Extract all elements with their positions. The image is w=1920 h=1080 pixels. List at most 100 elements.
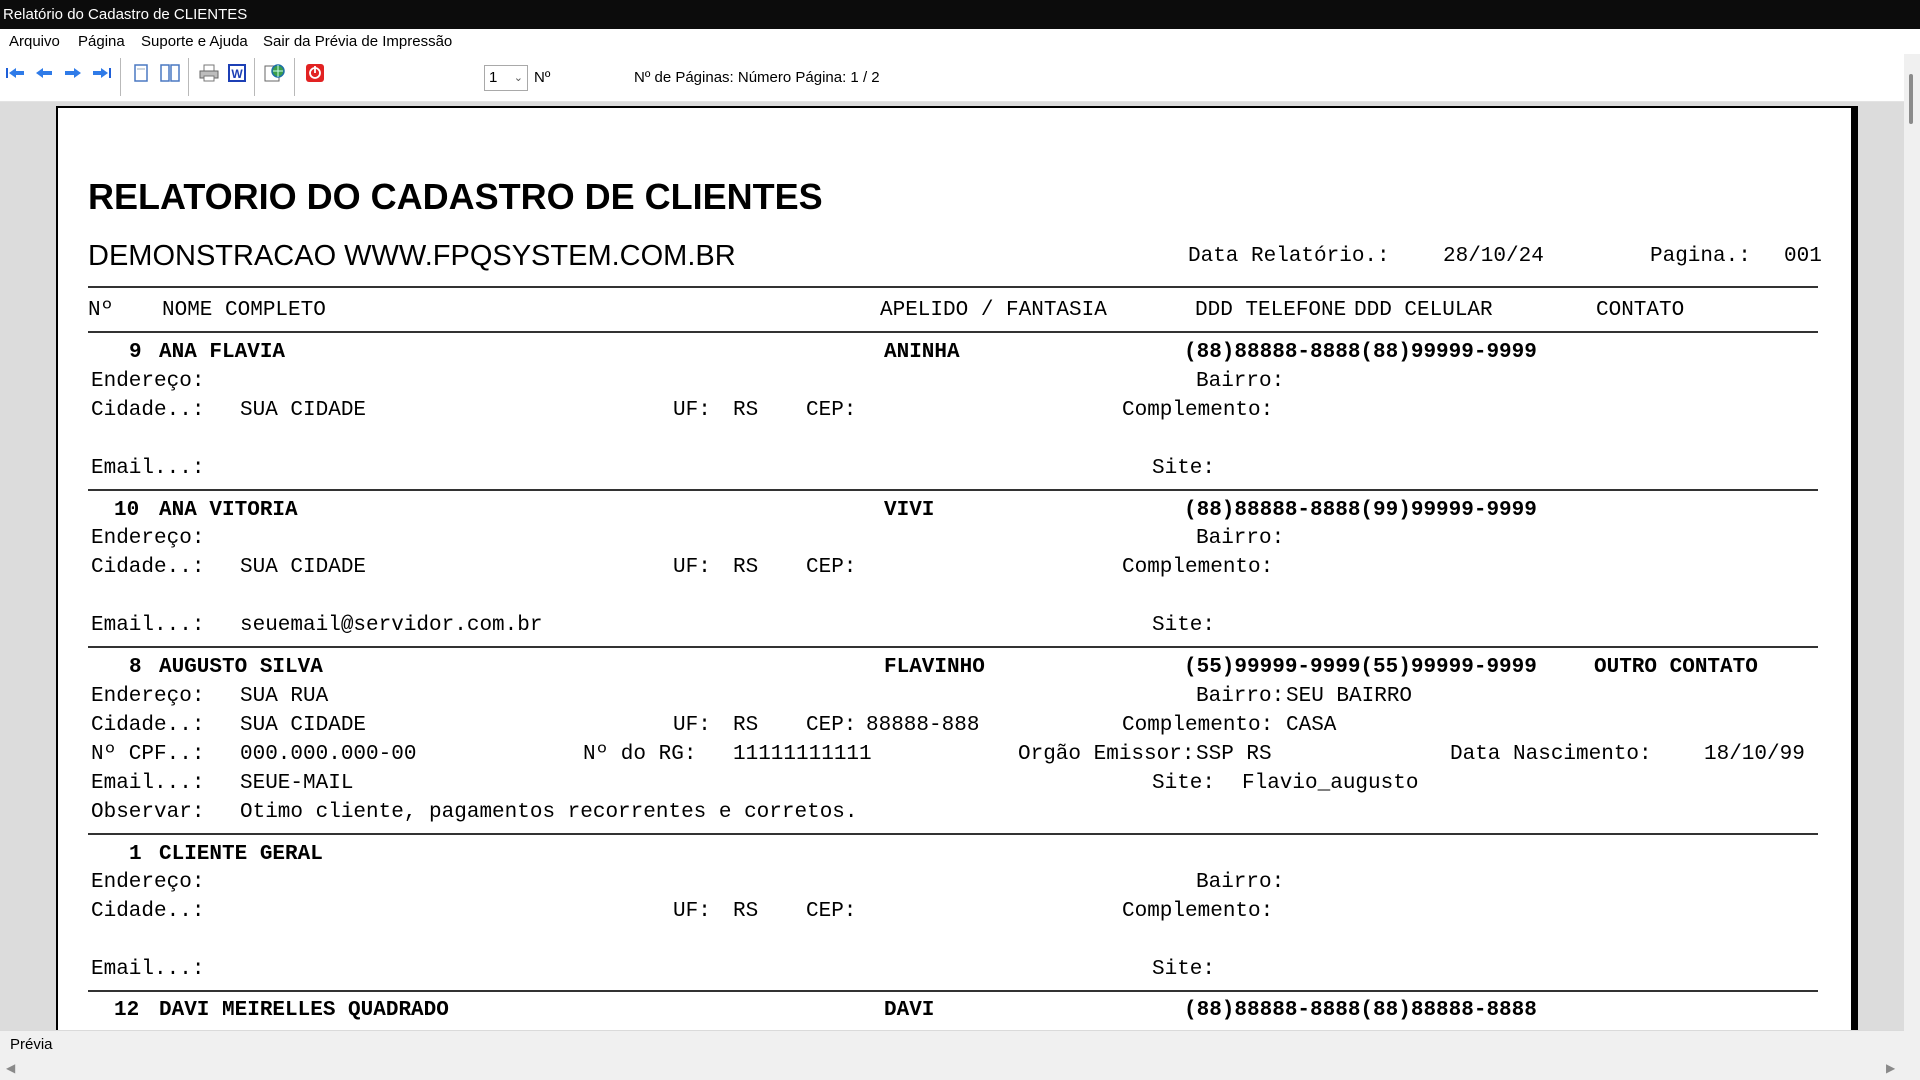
preview-area[interactable]: RELATORIO DO CADASTRO DE CLIENTES DEMONS… — [0, 102, 1904, 1030]
divider — [88, 646, 1818, 648]
window-title: Relatório do Cadastro de CLIENTES — [3, 6, 248, 23]
record-complemento: CASA — [1286, 714, 1337, 737]
bairro-label: Bairro: — [1196, 685, 1285, 708]
uf-label: UF: — [673, 399, 711, 422]
toolbar-separator — [120, 58, 121, 96]
record-phones: (88)88888-8888(88)99999-9999 — [1184, 341, 1537, 364]
record-name: ANA VITORIA — [159, 499, 298, 522]
email-label: Email...: — [91, 772, 205, 795]
bairro-label: Bairro: — [1196, 527, 1285, 550]
email-label: Email...: — [91, 958, 205, 981]
divider — [88, 331, 1818, 333]
site-label: Site: — [1152, 457, 1216, 480]
report-date-value: 28/10/24 — [1443, 245, 1544, 268]
scroll-thumb[interactable] — [1909, 74, 1913, 124]
record-rg: 11111111111 — [733, 743, 872, 766]
email-label: Email...: — [91, 457, 205, 480]
status-bar: Prévia — [0, 1030, 1904, 1058]
record-contact: OUTRO CONTATO — [1594, 656, 1758, 679]
record-name: ANA FLAVIA — [159, 341, 286, 364]
print-icon[interactable] — [197, 61, 221, 85]
uf-label: UF: — [673, 714, 711, 737]
record-bairro: SEU BAIRRO — [1286, 685, 1413, 708]
menu-pagina[interactable]: Página — [78, 33, 125, 50]
col-header-contact: CONTATO — [1596, 299, 1685, 322]
record-nickname: DAVI — [884, 999, 935, 1022]
record-name: AUGUSTO SILVA — [159, 656, 323, 679]
record-cidade: SUA CIDADE — [240, 714, 367, 737]
menu-sair-previa[interactable]: Sair da Prévia de Impressão — [263, 33, 452, 50]
web-export-icon[interactable] — [263, 61, 287, 85]
toolbar-separator — [254, 58, 255, 96]
menu-bar: Arquivo Página Suporte e Ajuda Sair da P… — [0, 29, 1920, 54]
record-cpf: 000.000.000-00 — [240, 743, 417, 766]
report-page: RELATORIO DO CADASTRO DE CLIENTES DEMONS… — [56, 106, 1858, 1030]
report-title: RELATORIO DO CADASTRO DE CLIENTES — [88, 176, 823, 217]
two-page-icon[interactable] — [158, 61, 182, 85]
complemento-label: Complemento: — [1122, 900, 1274, 923]
word-export-icon[interactable]: W — [225, 61, 249, 85]
report-page-label: Pagina.: — [1650, 245, 1751, 268]
record-phones: (55)99999-9999(55)99999-9999 — [1184, 656, 1537, 679]
observar-label: Observar: — [91, 801, 205, 824]
pages-info: Nº de Páginas: Número Página: 1 / 2 — [634, 69, 880, 86]
divider — [88, 489, 1818, 491]
scroll-right-icon[interactable]: ▶ — [1886, 1061, 1895, 1075]
record-email: seuemail@servidor.com.br — [240, 614, 543, 637]
record-number: 12 — [114, 999, 140, 1022]
cidade-label: Cidade..: — [91, 556, 205, 579]
record-site: Flavio_augusto — [1242, 772, 1419, 795]
record-cidade: SUA CIDADE — [240, 556, 367, 579]
cep-label: CEP: — [806, 399, 857, 422]
endereco-label: Endereço: — [91, 871, 205, 894]
complemento-label: Complemento: — [1122, 556, 1274, 579]
status-text: Prévia — [10, 1036, 53, 1053]
record-uf: RS — [733, 399, 759, 422]
nascimento-label: Data Nascimento: — [1450, 743, 1652, 766]
endereco-label: Endereço: — [91, 527, 205, 550]
record-nascimento: 18/10/99 — [1704, 743, 1805, 766]
record-nickname: VIVI — [884, 499, 935, 522]
orgao-label: Orgão Emissor: — [1018, 743, 1195, 766]
toolbar-separator — [188, 58, 189, 96]
uf-label: UF: — [673, 556, 711, 579]
prev-page-icon[interactable] — [32, 61, 56, 85]
record-phones: (88)88888-8888(99)99999-9999 — [1184, 499, 1537, 522]
site-label: Site: — [1152, 614, 1216, 637]
col-header-nickname: APELIDO / FANTASIA — [880, 299, 1107, 322]
record-cidade: SUA CIDADE — [240, 399, 367, 422]
record-number: 10 — [114, 499, 140, 522]
stop-icon[interactable] — [303, 61, 327, 85]
endereco-label: Endereço: — [91, 370, 205, 393]
vertical-scrollbar[interactable] — [1904, 54, 1920, 1080]
menu-suporte-ajuda[interactable]: Suporte e Ajuda — [141, 33, 248, 50]
col-header-phone: DDD TELEFONE — [1195, 299, 1347, 322]
page-number-select[interactable]: 1 ⌄ — [484, 65, 528, 91]
window-title-bar: Relatório do Cadastro de CLIENTES — [0, 0, 1920, 29]
chevron-down-icon: ⌄ — [513, 72, 523, 84]
bairro-label: Bairro: — [1196, 871, 1285, 894]
col-header-num: Nº — [88, 299, 114, 322]
rg-label: Nº do RG: — [583, 743, 697, 766]
col-header-name: NOME COMPLETO — [162, 299, 326, 322]
last-page-icon[interactable] — [90, 61, 114, 85]
scroll-left-icon[interactable]: ◀ — [6, 1061, 15, 1075]
cidade-label: Cidade..: — [91, 900, 205, 923]
bairro-label: Bairro: — [1196, 370, 1285, 393]
horizontal-scrollbar[interactable]: ◀ ▶ — [0, 1058, 1904, 1080]
svg-text:W: W — [231, 67, 243, 81]
email-label: Email...: — [91, 614, 205, 637]
complemento-label: Complemento: — [1122, 714, 1274, 737]
record-orgao: SSP RS — [1196, 743, 1272, 766]
record-nickname: FLAVINHO — [884, 656, 985, 679]
menu-arquivo[interactable]: Arquivo — [9, 33, 60, 50]
first-page-icon[interactable] — [3, 61, 27, 85]
divider — [88, 286, 1818, 288]
record-endereco: SUA RUA — [240, 685, 329, 708]
cep-label: CEP: — [806, 556, 857, 579]
record-number: 9 — [129, 341, 142, 364]
single-page-icon[interactable] — [129, 61, 153, 85]
col-header-cellphone: DDD CELULAR — [1354, 299, 1493, 322]
endereco-label: Endereço: — [91, 685, 205, 708]
next-page-icon[interactable] — [61, 61, 85, 85]
